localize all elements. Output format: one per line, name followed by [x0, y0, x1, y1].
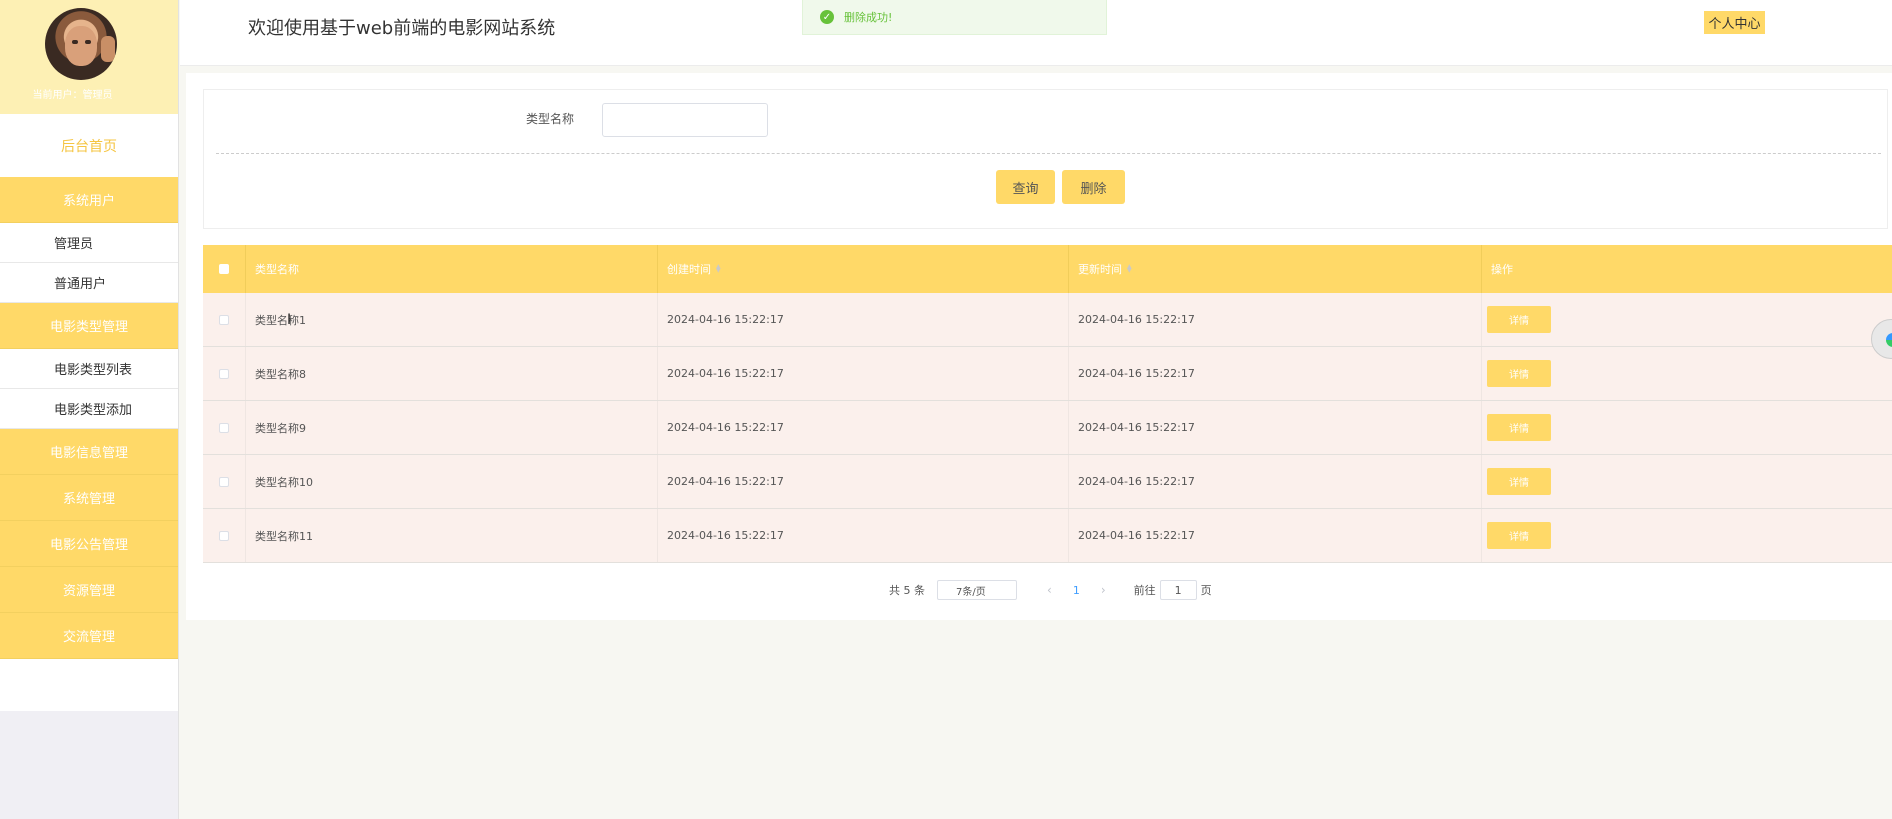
row-select-cell: [203, 509, 246, 562]
sidebar-item-movie-type-add[interactable]: 电影类型添加: [0, 389, 178, 429]
row-checkbox[interactable]: [219, 530, 229, 541]
goto-label: 前往: [1133, 584, 1156, 597]
cell-updated: 2024-04-16 15:22:17: [1069, 455, 1482, 508]
cell-actions: 详情: [1482, 293, 1892, 346]
sidebar-item-admin[interactable]: 管理员: [0, 223, 178, 263]
cell-created: 2024-04-16 15:22:17: [658, 455, 1069, 508]
table-row: 类型名称10 2024-04-16 15:22:17 2024-04-16 15…: [203, 455, 1892, 509]
sidebar-item-movie-type-list[interactable]: 电影类型列表: [0, 349, 178, 389]
sidebar-item-normal-user[interactable]: 普通用户: [0, 263, 178, 303]
cell-created: 2024-04-16 15:22:17: [658, 347, 1069, 400]
page-number[interactable]: 1: [1073, 584, 1080, 597]
detail-button[interactable]: 详情: [1487, 468, 1551, 495]
chevron-left-icon[interactable]: ‹: [1047, 583, 1052, 597]
success-toast: ✓ 删除成功!: [802, 0, 1107, 35]
cell-created: 2024-04-16 15:22:17: [658, 509, 1069, 562]
table-row: 类型名称8 2024-04-16 15:22:17 2024-04-16 15:…: [203, 347, 1892, 401]
page-size-select[interactable]: 7条/页: [937, 580, 1017, 600]
header-created-label: 创建时间: [667, 263, 711, 276]
type-name-label: 类型名称: [526, 112, 575, 126]
row-select-cell: [203, 401, 246, 454]
type-name-input[interactable]: [602, 103, 768, 137]
current-user-label: 当前用户：管理员: [32, 90, 113, 101]
cell-updated: 2024-04-16 15:22:17: [1069, 401, 1482, 454]
select-all-checkbox[interactable]: [219, 264, 229, 274]
row-select-cell: [203, 455, 246, 508]
cell-created: 2024-04-16 15:22:17: [658, 293, 1069, 346]
table-row: 类型名称9 2024-04-16 15:22:17 2024-04-16 15:…: [203, 401, 1892, 455]
sort-icon[interactable]: ▲ ▼: [716, 264, 721, 274]
sidebar-header: 当前用户：管理员: [0, 0, 178, 114]
header-created[interactable]: 创建时间 ▲ ▼: [658, 245, 1069, 293]
row-select-cell: [203, 347, 246, 400]
search-panel: 类型名称 查询 删除: [203, 89, 1888, 229]
table-row: 类型名称1 2024-04-16 15:22:17 2024-04-16 15:…: [203, 293, 1892, 347]
cell-type-name: 类型名称8: [246, 347, 658, 400]
personal-center-button[interactable]: 个人中心: [1704, 11, 1765, 34]
detail-button[interactable]: 详情: [1487, 522, 1551, 549]
header-type-name: 类型名称: [246, 245, 658, 293]
cell-actions: 详情: [1482, 347, 1892, 400]
query-button[interactable]: 查询: [996, 170, 1055, 204]
detail-button[interactable]: 详情: [1487, 306, 1551, 333]
avatar[interactable]: [45, 8, 117, 80]
sidebar-group-announcement[interactable]: 电影公告管理: [0, 521, 178, 567]
cell-actions: 详情: [1482, 401, 1892, 454]
row-checkbox[interactable]: [219, 368, 229, 379]
cell-type-name: 类型名称11: [246, 509, 658, 562]
cell-actions: 详情: [1482, 509, 1892, 562]
sidebar-spacer: [0, 659, 178, 711]
row-checkbox[interactable]: [219, 314, 229, 325]
toast-message: 删除成功!: [844, 11, 893, 24]
pagination-total: 共 5 条: [889, 584, 925, 597]
type-table: 类型名称 创建时间 ▲ ▼ 更新时间 ▲ ▼ 操作 类型名称1 2024-04-16…: [203, 245, 1892, 563]
check-circle-icon: ✓: [820, 10, 834, 24]
table-row: 类型名称11 2024-04-16 15:22:17 2024-04-16 15…: [203, 509, 1892, 563]
cell-updated: 2024-04-16 15:22:17: [1069, 509, 1482, 562]
header-actions: 操作: [1491, 263, 1513, 276]
chevron-right-icon[interactable]: ›: [1101, 583, 1106, 597]
sidebar-group-communication[interactable]: 交流管理: [0, 613, 178, 659]
cell-created: 2024-04-16 15:22:17: [658, 401, 1069, 454]
goto-page-input[interactable]: 1: [1159, 580, 1197, 600]
main-content: 类型名称 查询 删除 类型名称 创建时间 ▲ ▼ 更新时间 ▲ ▼ 操作 类型名称1…: [186, 73, 1892, 620]
detail-button[interactable]: 详情: [1487, 360, 1551, 387]
text-cursor-icon: I: [287, 312, 292, 328]
delete-button[interactable]: 删除: [1062, 170, 1125, 204]
page-unit-label: 页: [1200, 584, 1212, 597]
cell-type-name: 类型名称1: [246, 293, 658, 346]
sidebar-group-resource[interactable]: 资源管理: [0, 567, 178, 613]
row-checkbox[interactable]: [219, 476, 229, 487]
cell-updated: 2024-04-16 15:22:17: [1069, 347, 1482, 400]
pagination: 共 5 条 7条/页 ‹ 1 › 前往 1 页: [889, 580, 1212, 600]
cell-updated: 2024-04-16 15:22:17: [1069, 293, 1482, 346]
sidebar-item-home[interactable]: 后台首页: [0, 114, 178, 177]
sidebar-group-system-users[interactable]: 系统用户: [0, 177, 178, 223]
cell-type-name: 类型名称9: [246, 401, 658, 454]
sidebar-group-system[interactable]: 系统管理: [0, 475, 178, 521]
header-updated-label: 更新时间: [1078, 263, 1122, 276]
sort-icon[interactable]: ▲ ▼: [1127, 264, 1132, 274]
header-updated[interactable]: 更新时间 ▲ ▼: [1069, 245, 1482, 293]
row-checkbox[interactable]: [219, 422, 229, 433]
select-all-cell: [203, 245, 246, 293]
detail-button[interactable]: 详情: [1487, 414, 1551, 441]
cell-type-name: 类型名称10: [246, 455, 658, 508]
sidebar-group-movie-type[interactable]: 电影类型管理: [0, 303, 178, 349]
table-header: 类型名称 创建时间 ▲ ▼ 更新时间 ▲ ▼ 操作: [203, 245, 1892, 293]
page-title: 欢迎使用基于web前端的电影网站系统: [248, 18, 556, 39]
row-select-cell: [203, 293, 246, 346]
cell-actions: 详情: [1482, 455, 1892, 508]
sidebar-group-movie-info[interactable]: 电影信息管理: [0, 429, 178, 475]
sidebar: 当前用户：管理员 后台首页 系统用户 管理员 普通用户 电影类型管理 电影类型列…: [0, 0, 179, 819]
divider: [216, 153, 1881, 154]
